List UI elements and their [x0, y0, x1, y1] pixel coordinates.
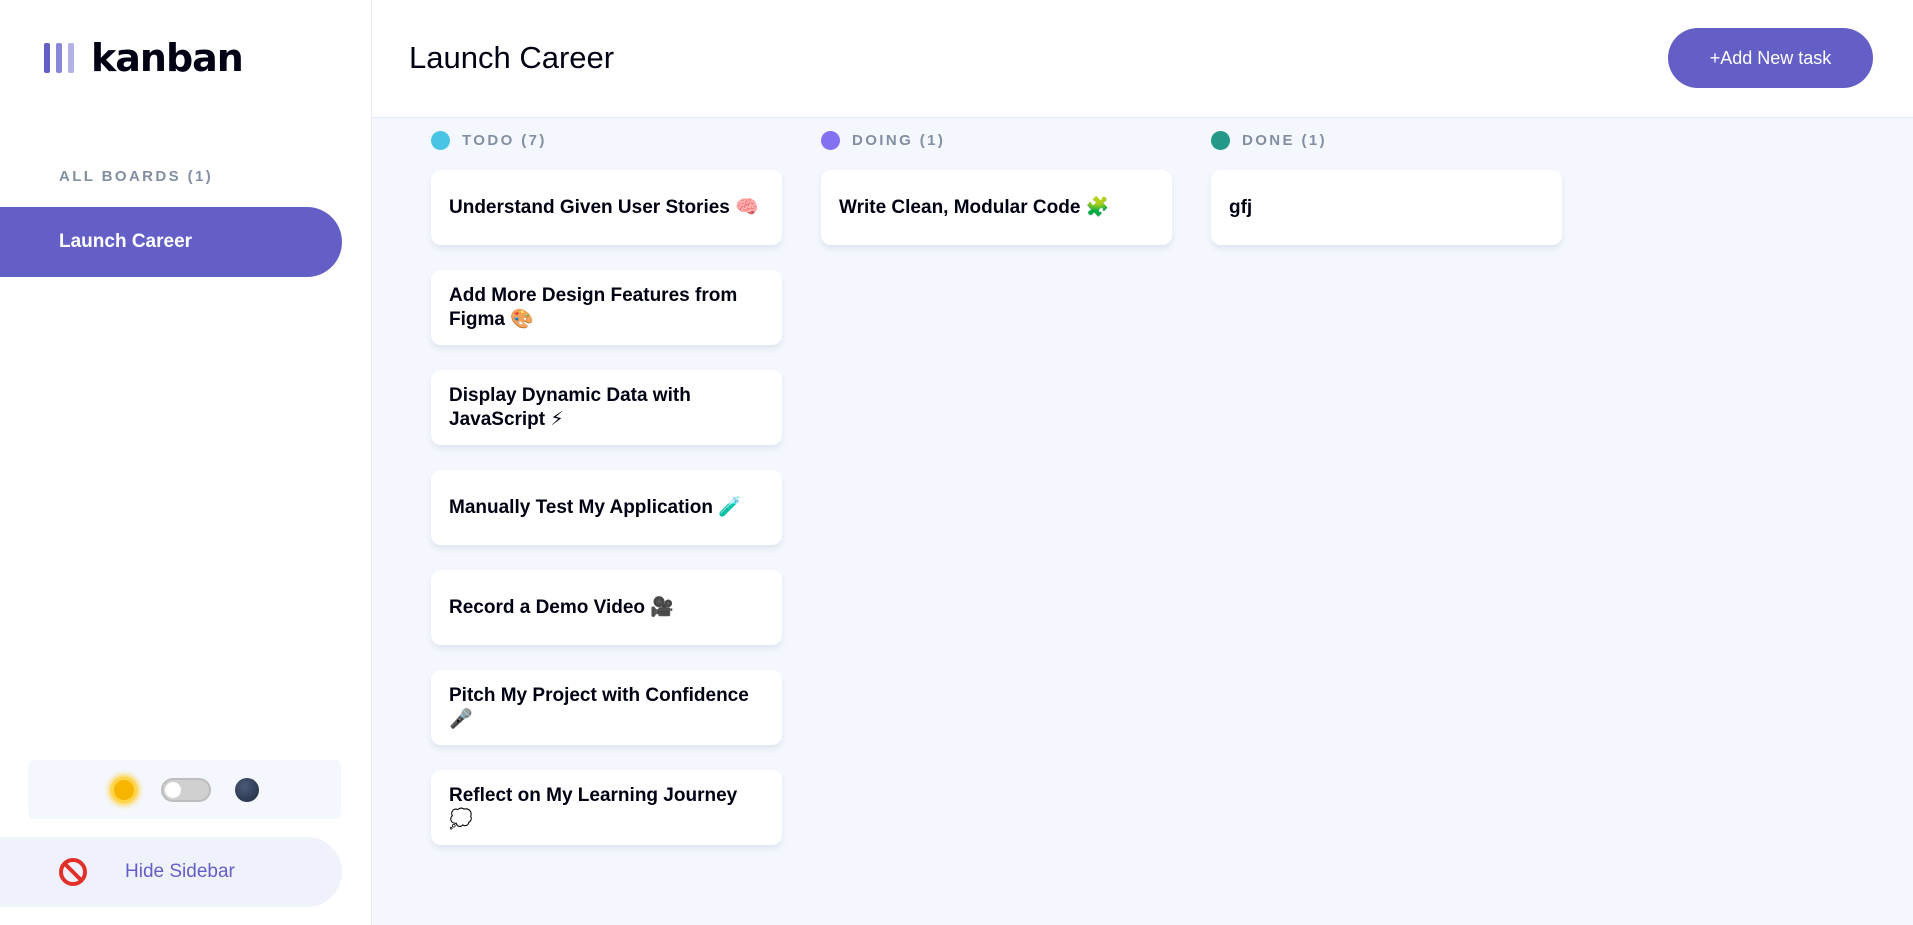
column-done: DONE (1) gfj [1211, 131, 1562, 270]
theme-toggle[interactable] [160, 777, 211, 802]
add-new-task-button[interactable]: +Add New task [1668, 28, 1873, 88]
task-card[interactable]: gfj [1211, 170, 1562, 245]
column-color-dot [1211, 131, 1230, 150]
all-boards-heading: ALL BOARDS (1) [59, 168, 214, 185]
sidebar-item-launch-career[interactable]: Launch Career [0, 207, 342, 277]
task-card[interactable]: Add More Design Features from Figma 🎨 [431, 270, 782, 345]
toggle-knob [164, 781, 181, 798]
task-card[interactable]: Manually Test My Application 🧪 [431, 470, 782, 545]
task-card[interactable]: Write Clean, Modular Code 🧩 [821, 170, 1172, 245]
task-card[interactable]: Display Dynamic Data with JavaScript ⚡ [431, 370, 782, 445]
logo-text: kanban [91, 36, 244, 80]
hide-sidebar-label: Hide Sidebar [125, 861, 235, 882]
task-card[interactable]: Pitch My Project with Confidence 🎤 [431, 670, 782, 745]
column-doing: DOING (1) Write Clean, Modular Code 🧩 [821, 131, 1172, 270]
logo-bar [68, 43, 74, 73]
column-todo: TODO (7) Understand Given User Stories 🧠… [431, 131, 782, 870]
task-list: gfj [1211, 170, 1562, 245]
theme-switcher [28, 760, 341, 819]
task-card[interactable]: Record a Demo Video 🎥 [431, 570, 782, 645]
page-title: Launch Career [409, 40, 615, 75]
hide-sidebar-button[interactable]: Hide Sidebar [0, 837, 342, 907]
column-header: TODO (7) [431, 131, 782, 150]
column-color-dot [821, 131, 840, 150]
header: Launch Career +Add New task [372, 0, 1913, 118]
task-card[interactable]: Understand Given User Stories 🧠 [431, 170, 782, 245]
column-title: DOING (1) [852, 132, 946, 149]
sidebar: kanban ALL BOARDS (1) Launch Career Hide… [0, 0, 372, 925]
column-header: DONE (1) [1211, 131, 1562, 150]
hide-icon [59, 858, 87, 886]
logo: kanban [44, 36, 244, 80]
task-list: Write Clean, Modular Code 🧩 [821, 170, 1172, 245]
task-list: Understand Given User Stories 🧠 Add More… [431, 170, 782, 845]
sidebar-item-label: Launch Career [59, 231, 193, 252]
logo-bars-icon [44, 43, 74, 73]
logo-bar [56, 43, 62, 73]
column-header: DOING (1) [821, 131, 1172, 150]
column-title: TODO (7) [462, 132, 547, 149]
moon-icon [234, 777, 259, 802]
column-color-dot [431, 131, 450, 150]
task-card[interactable]: Reflect on My Learning Journey 💭 [431, 770, 782, 845]
column-title: DONE (1) [1242, 132, 1328, 149]
sun-icon [110, 776, 137, 803]
logo-bar [44, 43, 50, 73]
